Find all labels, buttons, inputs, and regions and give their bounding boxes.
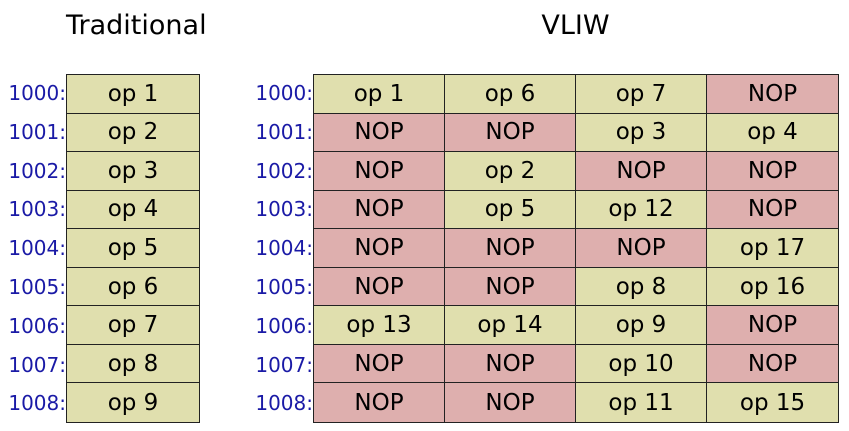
vliw-address-0: 1000: [255,81,313,105]
vliw-nop-cell: NOP [314,383,445,422]
vliw-op-cell: op 17 [707,229,838,268]
vliw-nop-cell: NOP [707,306,838,345]
traditional-address-4: 1004: [8,236,66,261]
vliw-address-column: 1000: 1001: 1002: 1003: 1004: 1005: 1006: 1007:… [246,74,313,423]
vliw-address-4: 1004: [255,236,313,261]
vliw-address-1: 1001: [255,119,313,144]
traditional-address-6: 1006: [8,313,66,338]
vliw-nop-cell: NOP [445,344,576,384]
vliw-address-7: 1007: [255,352,313,377]
vliw-op-cell: op 3 [576,113,707,153]
traditional-op-cell: op 9 [67,383,199,422]
vliw-title: VLIW [541,10,610,41]
vliw-nop-cell: NOP [576,152,707,191]
traditional-address-8: 1008: [8,391,66,416]
vliw-address-5: 1005: [255,274,313,299]
vliw-nop-cell: NOP [314,344,445,384]
vliw-op-cell: op 13 [314,306,445,345]
vliw-address-6: 1006: [255,313,313,338]
traditional-op-cell: op 3 [67,152,199,191]
traditional-address-3: 1003: [8,197,66,222]
vliw-address-8: 1008: [255,391,313,416]
traditional-op-cell: op 6 [67,267,199,307]
vliw-op-cell: op 8 [576,267,707,307]
vliw-nop-cell: NOP [445,267,576,307]
vliw-address-2: 1002: [255,158,313,183]
vliw-op-cell: op 1 [314,75,445,114]
vliw-nop-cell: NOP [707,190,838,230]
vliw-op-cell: op 14 [445,306,576,345]
vliw-nop-cell: NOP [314,267,445,307]
vliw-op-cell: op 2 [445,152,576,191]
vliw-instruction-table: op 1 op 6 op 7 NOP NOP NOP op 3 op 4 NOP op 2 NOP N… [313,74,839,423]
traditional-address-2: 1002: [8,158,66,183]
traditional-address-1: 1001: [8,119,66,144]
traditional-address-7: 1007: [8,352,66,377]
vliw-op-cell: op 11 [576,383,707,422]
vliw-nop-cell: NOP [314,113,445,153]
traditional-op-cell: op 2 [67,113,199,153]
traditional-address-column: 1000: 1001: 1002: 1003: 1004: 1005: 1006: 1007:… [0,74,66,423]
vliw-nop-cell: NOP [445,113,576,153]
vliw-op-cell: op 9 [576,306,707,345]
vliw-op-cell: op 7 [576,75,707,114]
traditional-instruction-table: op 1 op 2 op 3 op 4 op 5 op 6 op 7 op 8 op 9 [66,74,200,423]
vliw-address-3: 1003: [255,197,313,222]
vliw-nop-cell: NOP [707,152,838,191]
vliw-op-cell: op 16 [707,267,838,307]
vliw-nop-cell: NOP [314,229,445,268]
vliw-op-cell: op 10 [576,344,707,384]
vliw-op-cell: op 5 [445,190,576,230]
traditional-op-cell: op 8 [67,344,199,384]
vliw-nop-cell: NOP [707,344,838,384]
vliw-op-cell: op 15 [707,383,838,422]
vliw-nop-cell: NOP [314,190,445,230]
vliw-nop-cell: NOP [314,152,445,191]
vliw-nop-cell: NOP [445,229,576,268]
traditional-op-cell: op 5 [67,229,199,268]
vliw-nop-cell: NOP [707,75,838,114]
traditional-op-cell: op 1 [67,75,199,114]
vliw-nop-cell: NOP [576,229,707,268]
traditional-op-cell: op 7 [67,306,199,345]
traditional-title: Traditional [66,10,207,41]
traditional-op-cell: op 4 [67,190,199,230]
traditional-address-0: 1000: [8,81,66,105]
vliw-nop-cell: NOP [445,383,576,422]
vliw-op-cell: op 4 [707,113,838,153]
traditional-address-5: 1005: [8,274,66,299]
vliw-op-cell: op 6 [445,75,576,114]
vliw-op-cell: op 12 [576,190,707,230]
